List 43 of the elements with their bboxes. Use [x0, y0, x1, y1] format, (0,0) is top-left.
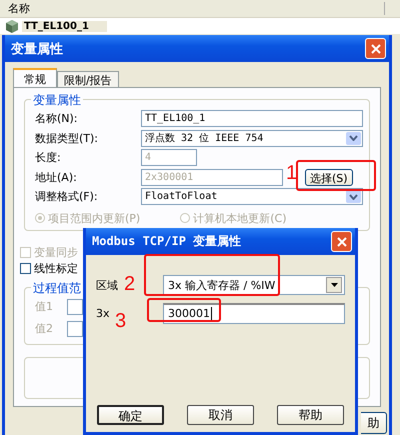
radio-label: 计算机本地更新(C)	[193, 210, 286, 226]
list-item[interactable]: TT_EL100_1	[22, 20, 107, 32]
annotation-number: 1	[286, 163, 298, 183]
field-label: 3x	[96, 306, 110, 320]
field-label: 值2	[35, 321, 53, 336]
field-label: 名称(N):	[35, 111, 78, 126]
window-title: 变量属性	[11, 40, 63, 58]
annotation-number: 2	[124, 274, 136, 294]
tab[interactable]: 常规	[13, 68, 57, 87]
input-field[interactable]: 300001	[163, 302, 345, 324]
cube-icon	[5, 18, 19, 34]
dropdown-arrow-icon	[330, 283, 338, 287]
checkbox-label: 变量同步	[34, 245, 78, 260]
close-button[interactable]	[331, 231, 352, 252]
close-button[interactable]	[365, 38, 386, 59]
help-button[interactable]: 助	[361, 412, 387, 434]
column-header[interactable]: 名称	[8, 1, 30, 16]
checkbox-label: 线性标定	[34, 261, 78, 276]
text-cursor	[211, 307, 212, 320]
input-field[interactable]	[67, 298, 83, 314]
field-label: 值1	[35, 299, 53, 314]
input-field[interactable]: TT_EL100_1	[141, 110, 363, 128]
field-label: 长度:	[35, 150, 61, 166]
group-title: 过程值范	[31, 280, 83, 296]
annotation-number: 3	[115, 311, 126, 331]
ok-button[interactable]: 确定	[97, 405, 164, 425]
tab[interactable]: 限制/报告	[57, 71, 119, 87]
close-icon	[336, 236, 346, 246]
dropdown[interactable]: FloatToFloat	[141, 188, 363, 206]
area-dropdown[interactable]: 3x 输入寄存器 / %IW	[163, 275, 345, 295]
cancel-button[interactable]: 取消	[187, 405, 254, 425]
field-label: 数据类型(T):	[35, 130, 98, 146]
close-icon	[370, 44, 380, 54]
field-label: 区域	[96, 278, 118, 292]
field-label: 调整格式(F):	[35, 189, 98, 204]
radio-label: 项目范围内更新(P)	[48, 210, 140, 226]
help-button[interactable]: 帮助	[277, 405, 344, 425]
input-field[interactable]	[67, 320, 83, 336]
dropdown[interactable]: 浮点数 32 位 IEEE 754	[141, 130, 363, 147]
window-title: Modbus TCP/IP 变量属性	[92, 233, 242, 250]
checkbox[interactable]	[20, 263, 31, 274]
group-title: 变量属性	[31, 92, 83, 109]
field-label: 地址(A):	[35, 170, 77, 185]
